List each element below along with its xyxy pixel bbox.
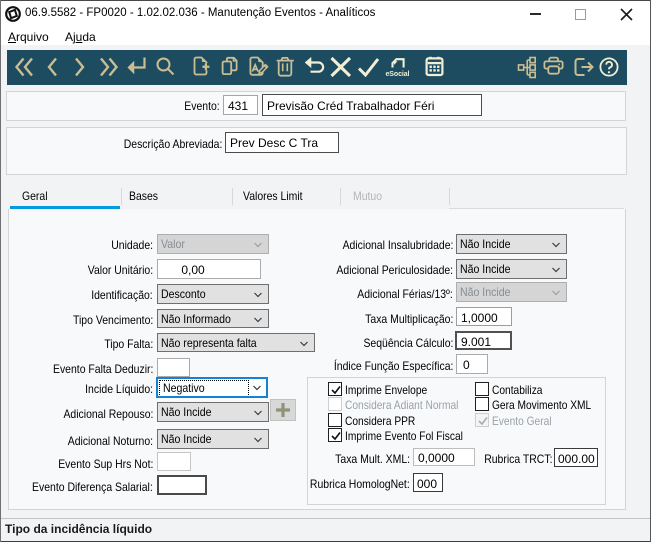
svg-text:eSocial: eSocial — [386, 71, 410, 78]
